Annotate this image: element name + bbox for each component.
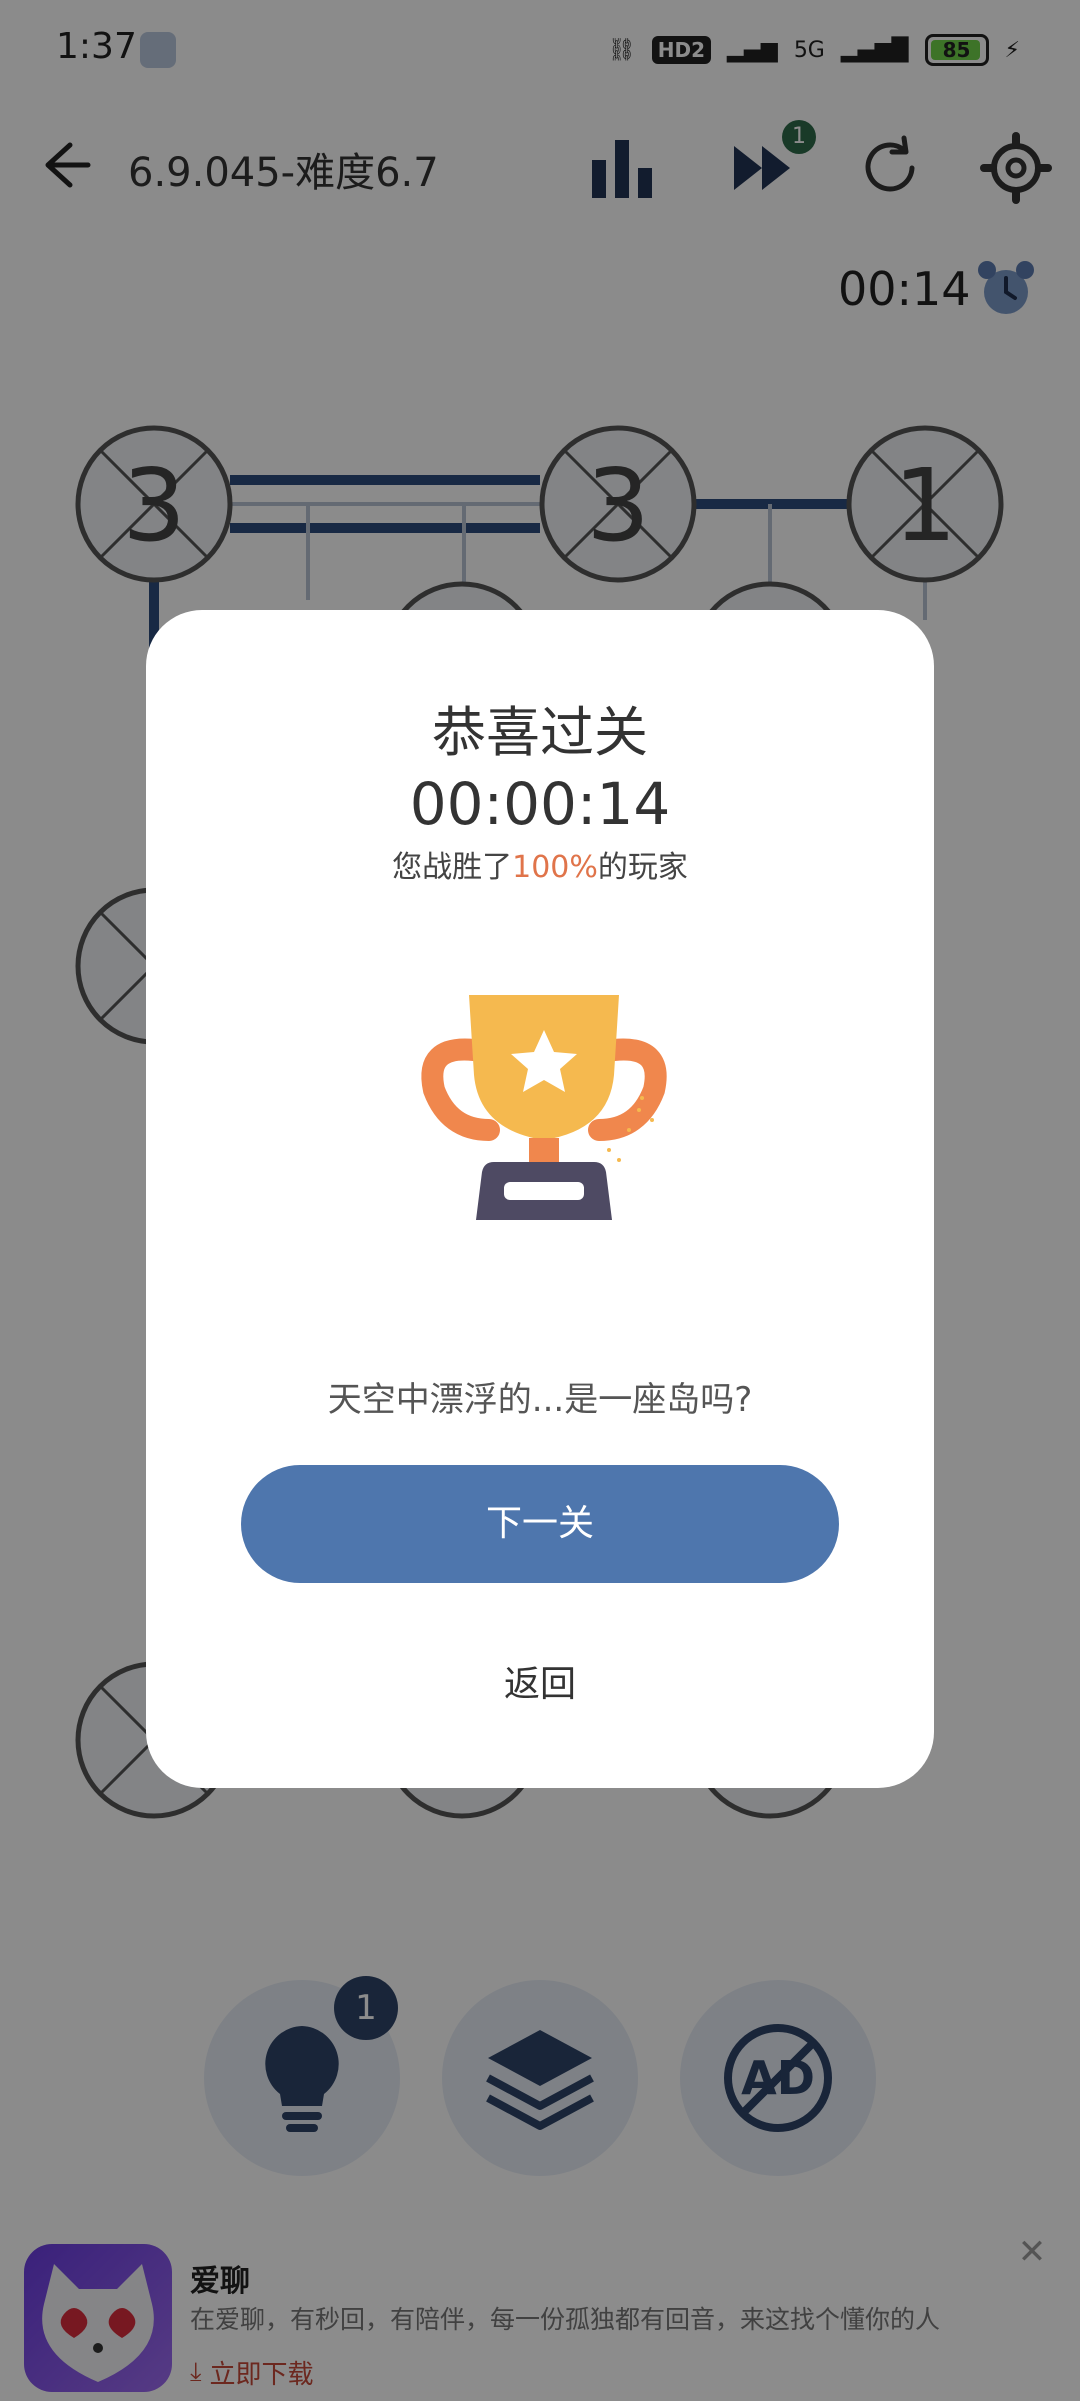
beat-percent: 100% bbox=[512, 850, 598, 885]
trophy-icon bbox=[421, 995, 667, 1220]
dialog-title: 恭喜过关 bbox=[432, 701, 648, 764]
completion-time: 00:00:14 bbox=[409, 770, 671, 838]
beat-suffix: 的玩家 bbox=[597, 850, 688, 885]
beat-prefix: 您战胜了 bbox=[392, 850, 513, 885]
beat-players-text: 您战胜了100%的玩家 bbox=[146, 842, 934, 886]
next-level-button[interactable]: 下一关 bbox=[241, 1465, 839, 1583]
level-complete-dialog: 恭喜过关 00:00:14 您战胜了100%的玩家 天空中漂浮的...是一座岛吗… bbox=[146, 610, 934, 1788]
return-button[interactable]: 返回 bbox=[410, 1650, 670, 1720]
level-hint-text: 天空中漂浮的...是一座岛吗? bbox=[327, 1380, 753, 1420]
